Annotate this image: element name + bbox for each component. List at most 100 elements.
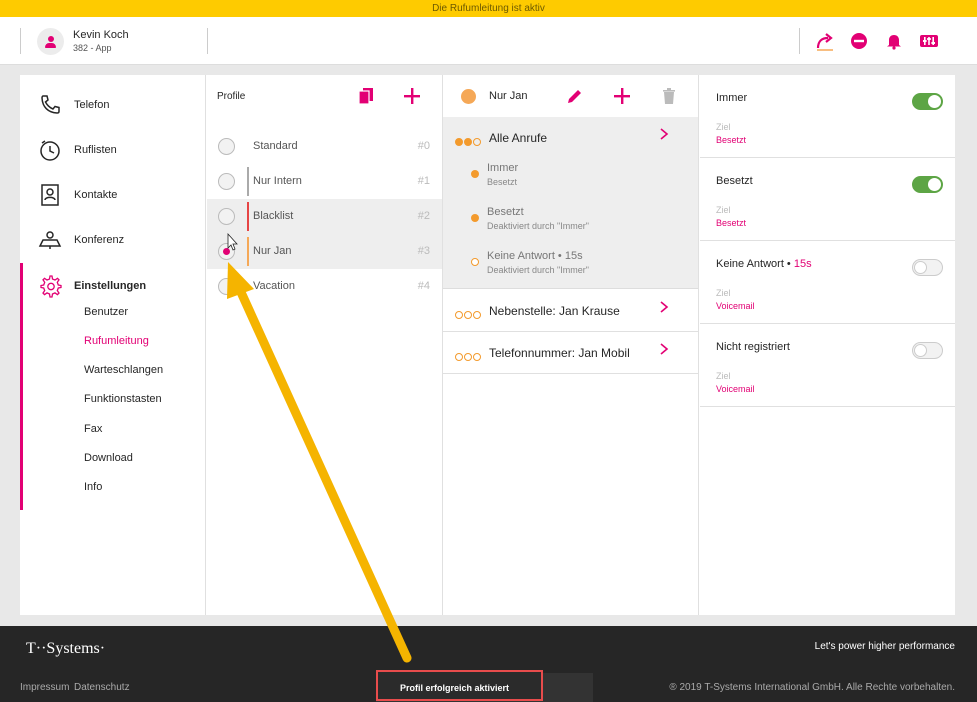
profile-row[interactable]: Blacklist #2: [207, 199, 442, 234]
clock-icon: [38, 138, 62, 162]
impressum-link[interactable]: Impressum: [20, 682, 69, 693]
conference-icon: [38, 228, 62, 252]
target-value[interactable]: Besetzt: [716, 135, 746, 145]
target-label: Ziel: [716, 205, 731, 215]
settings-panel: Immer Ziel Besetzt Besetzt Ziel Besetzt …: [700, 75, 955, 615]
sidebar-item-label: Telefon: [74, 99, 110, 111]
sidebar-item-label: Ruflisten: [74, 144, 117, 156]
subnav-warteschlangen[interactable]: Warteschlangen: [84, 364, 163, 376]
subnav-rufumleitung[interactable]: Rufumleitung: [84, 335, 149, 347]
profile-radio[interactable]: [218, 173, 235, 190]
profile-color-bar: [247, 202, 249, 231]
rule-group-label[interactable]: Nebenstelle: Jan Krause: [489, 304, 620, 318]
header-divider: [20, 28, 21, 54]
user-extension: 382 - App: [73, 43, 112, 53]
toggle-switch-on[interactable]: [912, 93, 943, 110]
profile-number: #0: [417, 140, 430, 152]
setting-title: Keine Antwort • 15s: [716, 258, 812, 270]
profile-row[interactable]: Vacation #4: [207, 269, 442, 304]
subnav-funktionstasten[interactable]: Funktionstasten: [84, 393, 162, 405]
setting-title: Nicht registriert: [716, 341, 790, 353]
profile-number: #2: [417, 210, 430, 222]
forward-setting-row: Nicht registriert Ziel Voicemail: [700, 324, 955, 407]
profiles-title: Profile: [217, 91, 246, 102]
subrule-detail: Deaktiviert durch "Immer": [487, 221, 589, 231]
subrule-title: Immer: [487, 162, 519, 174]
profile-radio[interactable]: [218, 278, 235, 295]
sidebar-item-kontakte[interactable]: Kontakte: [20, 175, 206, 215]
edit-icon[interactable]: [566, 87, 584, 105]
sidebar-item-label: Einstellungen: [74, 280, 147, 292]
sidebar: Telefon Ruflisten Kontakte Konferenz Ein…: [20, 75, 206, 615]
add-rule-icon[interactable]: [613, 87, 631, 105]
subrule-detail: Besetzt: [487, 177, 518, 187]
subrule-detail: Deaktiviert durch "Immer": [487, 265, 589, 275]
datenschutz-link[interactable]: Datenschutz: [74, 682, 130, 693]
chevron-right-icon[interactable]: [659, 300, 669, 313]
bell-icon[interactable]: [883, 30, 905, 52]
call-forward-icon[interactable]: [814, 30, 836, 52]
forward-setting-row: Keine Antwort • 15s Ziel Voicemail: [700, 241, 955, 324]
rule-inactive-dot: [471, 258, 479, 266]
target-value[interactable]: Voicemail: [716, 301, 755, 311]
sidebar-item-konferenz[interactable]: Konferenz: [20, 220, 206, 260]
chevron-right-icon[interactable]: [659, 127, 669, 140]
contacts-icon: [38, 183, 62, 207]
timeout-value[interactable]: 15s: [794, 258, 812, 270]
header-divider: [207, 28, 208, 54]
user-icon-body: [45, 43, 56, 48]
profile-name: Nur Jan: [253, 245, 292, 257]
target-value[interactable]: Voicemail: [716, 384, 755, 394]
profile-radio-selected[interactable]: [218, 243, 235, 260]
rule-active-dot: [471, 170, 479, 178]
sidebar-item-telefon[interactable]: Telefon: [20, 85, 206, 125]
subnav-fax[interactable]: Fax: [84, 423, 102, 435]
subnav-info[interactable]: Info: [84, 481, 102, 493]
rule-status-dots: [455, 348, 483, 361]
sidebar-item-einstellungen[interactable]: Einstellungen: [20, 266, 206, 306]
profile-color-dot: [461, 89, 476, 104]
divider: [443, 373, 698, 374]
user-avatar[interactable]: [37, 28, 64, 55]
do-not-disturb-icon[interactable]: [848, 30, 870, 52]
profiles-panel: Profile Standard #0 Nur Intern #1 Blackl…: [207, 75, 443, 615]
profile-row[interactable]: Nur Intern #1: [207, 164, 442, 199]
subnav-benutzer[interactable]: Benutzer: [84, 306, 128, 318]
rule-group-label[interactable]: Telefonnummer: Jan Mobil: [489, 346, 630, 360]
target-value[interactable]: Besetzt: [716, 218, 746, 228]
mixer-icon[interactable]: [918, 30, 940, 52]
chevron-right-icon[interactable]: [659, 342, 669, 355]
add-profile-icon[interactable]: [403, 87, 421, 105]
copy-profile-icon[interactable]: [357, 87, 375, 105]
profile-name: Blacklist: [253, 210, 294, 222]
rule-active-dot: [471, 214, 479, 222]
toggle-switch-off[interactable]: [912, 259, 943, 276]
target-label: Ziel: [716, 122, 731, 132]
target-label: Ziel: [716, 288, 731, 298]
profile-row[interactable]: Standard #0: [207, 129, 442, 164]
toggle-switch-off[interactable]: [912, 342, 943, 359]
user-icon: [48, 36, 54, 42]
profile-row-active[interactable]: Nur Jan #3: [207, 234, 442, 269]
rules-profile-name: Nur Jan: [489, 90, 528, 102]
profile-radio[interactable]: [218, 208, 235, 225]
delete-icon[interactable]: [661, 87, 677, 105]
target-label: Ziel: [716, 371, 731, 381]
forward-setting-row: Immer Ziel Besetzt: [700, 75, 955, 158]
toggle-switch-on[interactable]: [912, 176, 943, 193]
rule-group-label[interactable]: Alle Anrufe: [489, 131, 547, 145]
divider: [443, 331, 698, 332]
sidebar-item-ruflisten[interactable]: Ruflisten: [20, 130, 206, 170]
status-banner: Die Rufumleitung ist aktiv: [0, 0, 977, 17]
app-header: Kevin Koch 382 - App: [0, 17, 977, 65]
toast-message: Profil erfolgreich aktiviert: [400, 683, 510, 693]
sidebar-item-label: Konferenz: [74, 234, 125, 246]
profile-radio[interactable]: [218, 138, 235, 155]
rule-status-dots: [455, 306, 483, 319]
subnav-download[interactable]: Download: [84, 452, 133, 464]
forward-setting-row: Besetzt Ziel Besetzt: [700, 158, 955, 241]
profile-name: Standard: [253, 140, 298, 152]
footer-slogan: Let's power higher performance: [814, 641, 955, 652]
profile-name: Vacation: [253, 280, 295, 292]
gear-icon: [38, 274, 62, 298]
